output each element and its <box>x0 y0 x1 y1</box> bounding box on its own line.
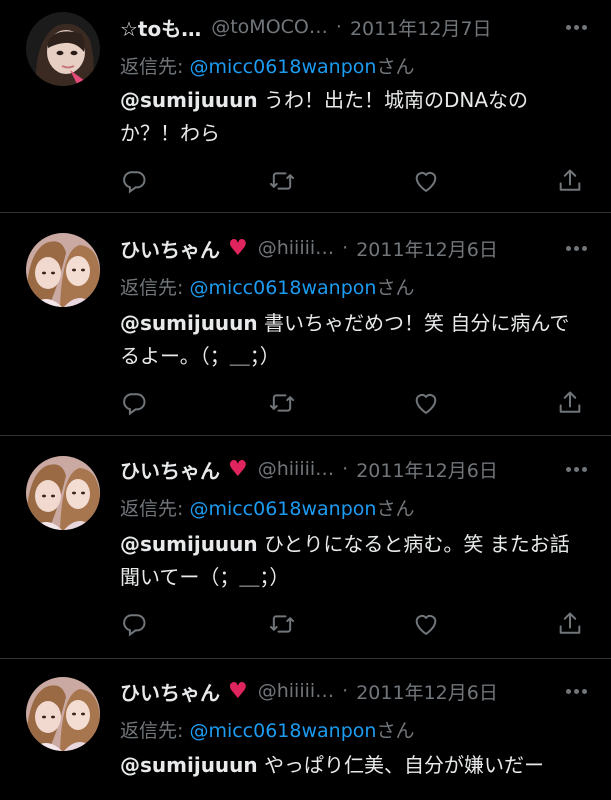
user-handle[interactable]: @hiiiii… <box>258 237 334 259</box>
share-icon[interactable] <box>556 610 584 638</box>
tweet-date[interactable]: 2011年12月7日 <box>350 14 492 41</box>
reply-icon[interactable] <box>120 389 148 417</box>
reply-to-handle[interactable]: @micc0618wanpon <box>189 720 376 742</box>
heart-emoji: ♥ <box>228 456 248 482</box>
display-name[interactable]: ☆toも… <box>120 13 201 42</box>
avatar[interactable] <box>26 456 100 530</box>
user-handle[interactable]: @toMOCO… <box>211 16 328 38</box>
tweet-header: ひいちゃん ♥ @hiiiii… · 2011年12月6日 <box>120 233 591 263</box>
user-handle[interactable]: @hiiiii… <box>258 458 334 480</box>
retweet-icon[interactable] <box>268 610 296 638</box>
reply-context: 返信先: @micc0618wanponさん <box>120 716 414 743</box>
reply-to-handle[interactable]: @micc0618wanpon <box>189 277 376 299</box>
more-icon[interactable] <box>561 233 591 263</box>
like-icon[interactable] <box>412 610 440 638</box>
reply-label: 返信先: <box>120 720 184 742</box>
avatar[interactable] <box>26 677 100 751</box>
reply-context: 返信先: @micc0618wanponさん <box>120 52 414 79</box>
separator-dot: · <box>342 237 349 259</box>
reply-to-handle[interactable]: @micc0618wanpon <box>189 498 376 520</box>
reply-icon[interactable] <box>120 610 148 638</box>
reply-label: 返信先: <box>120 56 184 78</box>
reply-context: 返信先: @micc0618wanponさん <box>120 273 414 300</box>
mention-link[interactable]: @sumijuuun <box>120 753 258 777</box>
tweet[interactable]: ひいちゃん ♥ @hiiiii… · 2011年12月6日 返信先: @micc… <box>0 436 611 657</box>
heart-emoji: ♥ <box>228 235 248 261</box>
more-icon[interactable] <box>561 676 591 706</box>
mention-link[interactable]: @sumijuuun <box>120 311 258 335</box>
reply-context: 返信先: @micc0618wanponさん <box>120 494 414 521</box>
tweet-text: @sumijuuun やっぱり仁美、自分が嫌いだー <box>120 749 576 782</box>
display-name[interactable]: ひいちゃん <box>120 677 220 706</box>
tweet-header: ☆toも… @toMOCO… · 2011年12月7日 <box>120 12 591 42</box>
user-handle[interactable]: @hiiiii… <box>258 680 334 702</box>
tweet-date[interactable]: 2011年12月6日 <box>356 678 498 705</box>
tweet-header: ひいちゃん ♥ @hiiiii… · 2011年12月6日 <box>120 454 591 484</box>
reply-label: 返信先: <box>120 277 184 299</box>
tweet-text: @sumijuuun 書いちゃだめつ！笑 自分に病んでるよー。（；＿；） <box>120 307 576 373</box>
reply-suffix: さん <box>376 56 415 78</box>
share-icon[interactable] <box>556 167 584 195</box>
reply-icon[interactable] <box>120 167 148 195</box>
more-icon[interactable] <box>561 12 591 42</box>
tweet-header: ひいちゃん ♥ @hiiiii… · 2011年12月6日 <box>120 676 591 706</box>
separator-dot: · <box>335 16 342 38</box>
mention-link[interactable]: @sumijuuun <box>120 532 258 556</box>
separator-dot: · <box>342 680 349 702</box>
reply-suffix: さん <box>376 498 415 520</box>
reply-label: 返信先: <box>120 498 184 520</box>
tweet[interactable]: ☆toも… @toMOCO… · 2011年12月7日 返信先: @micc06… <box>0 0 611 212</box>
share-icon[interactable] <box>556 389 584 417</box>
like-icon[interactable] <box>412 167 440 195</box>
tweet-date[interactable]: 2011年12月6日 <box>356 456 498 483</box>
reply-suffix: さん <box>376 277 415 299</box>
more-icon[interactable] <box>561 454 591 484</box>
tweet-body: やっぱり仁美、自分が嫌いだー <box>257 753 545 777</box>
avatar[interactable] <box>26 233 100 307</box>
tweet-actions <box>120 167 590 195</box>
tweet-actions <box>120 610 590 638</box>
like-icon[interactable] <box>412 389 440 417</box>
retweet-icon[interactable] <box>268 389 296 417</box>
reply-suffix: さん <box>376 720 415 742</box>
display-name[interactable]: ひいちゃん <box>120 455 220 484</box>
tweet-text: @sumijuuun うわ！出た！城南のDNAなのか？！わら <box>120 84 576 150</box>
tweet-date[interactable]: 2011年12月6日 <box>356 235 498 262</box>
display-name[interactable]: ひいちゃん <box>120 234 220 263</box>
mention-link[interactable]: @sumijuuun <box>120 88 258 112</box>
heart-emoji: ♥ <box>228 678 248 704</box>
retweet-icon[interactable] <box>268 167 296 195</box>
tweet-text: @sumijuuun ひとりになると病む。笑 またお話聞いてー（；＿；） <box>120 528 576 594</box>
tweet-actions <box>120 389 590 417</box>
tweet[interactable]: ひいちゃん ♥ @hiiiii… · 2011年12月6日 返信先: @micc… <box>0 213 611 434</box>
tweet[interactable]: ひいちゃん ♥ @hiiiii… · 2011年12月6日 返信先: @micc… <box>0 659 611 800</box>
reply-to-handle[interactable]: @micc0618wanpon <box>189 56 376 78</box>
separator-dot: · <box>342 458 349 480</box>
avatar[interactable] <box>26 12 100 86</box>
